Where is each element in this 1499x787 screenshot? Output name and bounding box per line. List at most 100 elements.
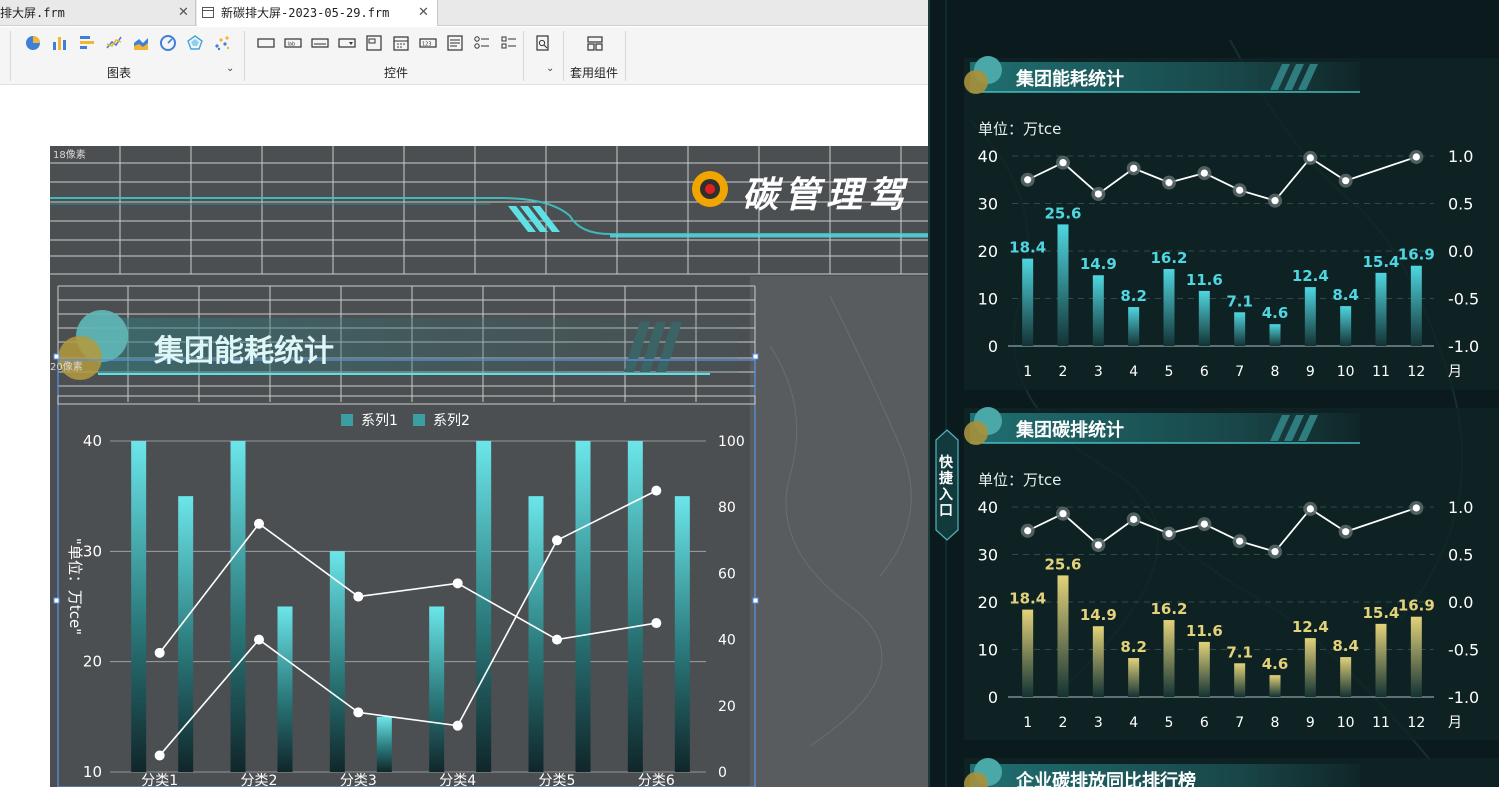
x-tick-label: 7 — [1235, 715, 1244, 731]
bar-data-label: 16.2 — [1150, 249, 1187, 267]
energy-chart[interactable]: 40 30 20 10 0 1.0 0.5 0.0 -0.5 -1.0 18.4 1 25.6 2 14.9… — [964, 140, 1499, 390]
horizontal-bar-icon[interactable] — [78, 34, 96, 52]
bar-data-label: 16.9 — [1398, 597, 1435, 615]
x-axis-unit: 月 — [1448, 364, 1462, 380]
bar-2 — [476, 441, 492, 772]
line-point — [1412, 504, 1420, 512]
legend-label: 系列2 — [433, 413, 470, 429]
chevron-down-icon[interactable]: ⌄ — [226, 63, 234, 74]
bar-data-label: 11.6 — [1186, 271, 1223, 289]
tab-file-1[interactable]: 排大屏.frm ✕ — [0, 0, 196, 26]
line-point — [1165, 179, 1173, 187]
line-point — [1306, 505, 1314, 513]
x-tick-label: 11 — [1372, 715, 1390, 731]
svg-text:lab: lab — [288, 42, 296, 48]
group-label-controls: 控件 — [384, 66, 409, 80]
radio-widget-icon[interactable] — [473, 34, 491, 52]
close-icon[interactable]: ✕ — [418, 0, 429, 26]
bar — [1269, 324, 1281, 346]
y2-tick-label: 0.5 — [1448, 195, 1473, 214]
checkbox-widget-icon[interactable] — [500, 34, 518, 52]
svg-text:123: 123 — [422, 42, 432, 48]
y-axis-label: "单位：万tce" — [66, 538, 84, 635]
label-widget-icon[interactable]: lab — [284, 34, 302, 52]
radar-chart-icon[interactable] — [186, 34, 204, 52]
search-widget-icon[interactable] — [534, 34, 552, 52]
x-tick-label: 5 — [1165, 364, 1174, 380]
designer-canvas[interactable]: 18像素 20像素 碳管理驾 集团能耗统计 40 30 20 10 100 80 60 40 2… — [50, 146, 928, 787]
bar — [1198, 290, 1210, 346]
button-widget-icon[interactable] — [257, 34, 275, 52]
x-tick-label: 8 — [1271, 715, 1280, 731]
x-tick-label: 分类4 — [439, 773, 476, 787]
bar-data-label: 14.9 — [1080, 255, 1117, 273]
area-chart-icon[interactable] — [132, 34, 150, 52]
bar-data-label: 7.1 — [1226, 643, 1253, 661]
x-tick-label: 2 — [1059, 715, 1068, 731]
bar-data-label: 18.4 — [1009, 239, 1046, 257]
bar-data-label: 7.1 — [1226, 292, 1253, 310]
date-widget-icon[interactable] — [392, 34, 410, 52]
legend-label: 系列1 — [361, 413, 398, 429]
x-tick-label: 5 — [1165, 715, 1174, 731]
bar — [1410, 616, 1422, 697]
unit-label: 单位：万tce — [978, 120, 1062, 138]
bar-data-label: 12.4 — [1292, 618, 1329, 636]
line-point — [452, 720, 463, 731]
frame-widget-icon[interactable] — [365, 34, 383, 52]
line-point — [1024, 176, 1032, 184]
close-icon[interactable]: ✕ — [178, 0, 189, 26]
unit-label: 单位：万tce — [978, 471, 1062, 489]
combobox-widget-icon[interactable] — [338, 34, 356, 52]
tab-label: 排大屏.frm — [0, 6, 65, 20]
chevron-down-icon[interactable]: ⌄ — [546, 63, 554, 74]
tab-file-2[interactable]: 新碳排大屏-2023-05-29.frm ✕ — [197, 0, 438, 26]
layout-component-icon[interactable] — [586, 34, 604, 52]
pixel-size-label: 18像素 — [53, 150, 86, 161]
y2-tick-label: 1.0 — [1448, 147, 1473, 166]
bar-data-label: 8.4 — [1332, 637, 1359, 655]
line-point — [1200, 169, 1208, 177]
bar-data-label: 4.6 — [1262, 304, 1289, 322]
line-point — [1271, 548, 1279, 556]
scatter-chart-icon[interactable] — [213, 34, 231, 52]
bar-chart-icon[interactable] — [51, 34, 69, 52]
pie-chart-icon[interactable] — [24, 34, 42, 52]
gauge-chart-icon[interactable] — [159, 34, 177, 52]
bar-1 — [230, 441, 246, 772]
carbon-chart[interactable]: 40 30 20 10 0 1.0 0.5 0.0 -0.5 -1.0 18.4 1 25.6 2 14.9… — [964, 491, 1499, 741]
x-tick-label: 12 — [1407, 364, 1425, 380]
ribbon-divider — [244, 31, 245, 81]
line-point — [1130, 515, 1138, 523]
chart-block-title: 集团能耗统计 — [154, 334, 334, 369]
x-tick-label: 1 — [1023, 715, 1032, 731]
y2-tick-label: -1.0 — [1448, 337, 1479, 356]
bar-1 — [131, 441, 147, 772]
y2-tick-label: 40 — [718, 633, 736, 649]
bar — [1375, 272, 1387, 346]
quick-entry-button[interactable]: 快捷入口 — [939, 455, 955, 519]
y-tick-label: 30 — [978, 546, 998, 565]
x-tick-label: 分类5 — [539, 773, 576, 787]
preview-panel: 快捷入口 集团能耗统计 单位：万tce 40 30 20 10 0 1.0 0.5 0.0 -0… — [928, 0, 1499, 787]
line-point — [353, 707, 364, 718]
line-point — [1059, 159, 1067, 167]
bar-2 — [674, 496, 690, 772]
legend-swatch — [413, 414, 425, 426]
y-tick-label: 0 — [988, 337, 998, 356]
x-tick-label: 8 — [1271, 364, 1280, 380]
textbox-widget-icon[interactable] — [311, 34, 329, 52]
line-point — [1412, 153, 1420, 161]
y-tick-label: 40 — [83, 432, 102, 450]
group-label-components: 套用组件 — [570, 66, 619, 80]
line-series — [1027, 156, 1417, 202]
designer-chart[interactable]: 40 30 20 10 100 80 60 40 20 0 "单位：万tce" 系列1 系列2 分类1 分类… — [58, 404, 755, 787]
tab-bar: 排大屏.frm ✕ 新碳排大屏-2023-05-29.frm ✕ — [0, 0, 928, 26]
bar-1 — [528, 496, 544, 772]
bar-data-label: 14.9 — [1080, 606, 1117, 624]
y-tick-label: 40 — [978, 147, 998, 166]
number-widget-icon[interactable]: 123 — [419, 34, 437, 52]
x-tick-label: 7 — [1235, 364, 1244, 380]
line-chart-icon[interactable] — [105, 34, 123, 52]
textarea-widget-icon[interactable] — [446, 34, 464, 52]
